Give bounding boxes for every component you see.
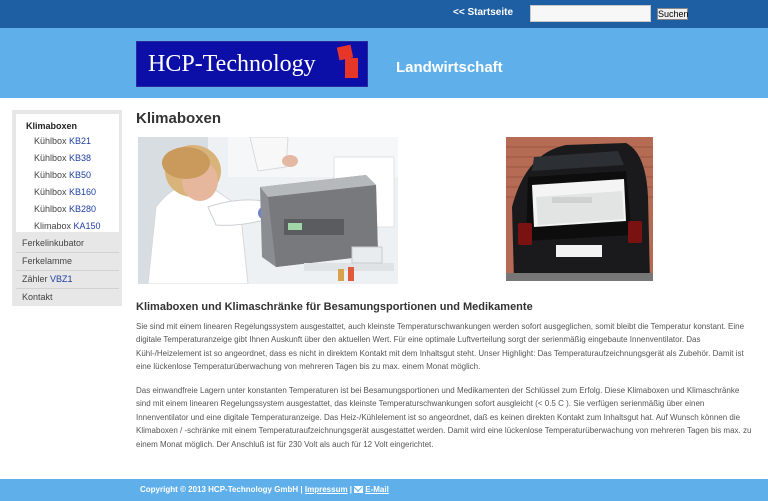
copyright-text: Copyright © 2013 HCP-Technology GmbH | xyxy=(140,485,305,494)
car-trunk-illustration xyxy=(506,137,653,281)
top-bar: << Startseite Suchen xyxy=(0,0,768,28)
lab-photo-illustration xyxy=(138,137,398,284)
nav-divider xyxy=(16,252,119,253)
sidebar-item-kontakt[interactable]: Kontakt xyxy=(22,292,53,302)
section-subtitle: Klimaboxen und Klimaschränke für Besamun… xyxy=(136,301,533,313)
footer-line: Copyright © 2013 HCP-Technology GmbH | I… xyxy=(140,485,389,494)
body-paragraph-1: Sie sind mit einem linearen Regelungssys… xyxy=(136,322,745,372)
search-button[interactable]: Suchen xyxy=(657,8,689,20)
sidebar-submenu: Klimaboxen Kühlbox KB21 Kühlbox KB38 Küh… xyxy=(16,114,119,232)
sidebar-nav: Klimaboxen Kühlbox KB21 Kühlbox KB38 Küh… xyxy=(12,110,122,306)
logo-text: HCP-Technology xyxy=(148,51,316,77)
sidebar-item-zaehler[interactable]: Zähler VBZ1 xyxy=(22,274,73,284)
sidebar-item-ferkelamme[interactable]: Ferkelamme xyxy=(22,256,72,266)
sidebar-subitem-kb50[interactable]: Kühlbox KB50 xyxy=(34,170,91,180)
sidebar-subitem-kb280[interactable]: Kühlbox KB280 xyxy=(34,204,96,214)
page-title: Klimaboxen xyxy=(136,110,222,127)
company-logo[interactable]: HCP-Technology xyxy=(136,41,368,87)
lab-photo xyxy=(138,137,398,284)
sidebar-subitem-kb21[interactable]: Kühlbox KB21 xyxy=(34,136,91,146)
sidebar-subitem-kb160[interactable]: Kühlbox KB160 xyxy=(34,187,96,197)
body-paragraph-2: Das einwandfreie Lagern unter konstanten… xyxy=(136,386,752,449)
email-link[interactable]: E-Mail xyxy=(365,485,389,494)
nav-divider xyxy=(16,270,119,271)
sidebar-subitem-kb38[interactable]: Kühlbox KB38 xyxy=(34,153,91,163)
sidebar-item-ferkelinkubator[interactable]: Ferkelinkubator xyxy=(22,238,84,248)
site-footer: Copyright © 2013 HCP-Technology GmbH | I… xyxy=(0,479,768,501)
car-trunk-photo xyxy=(506,137,653,281)
mail-icon xyxy=(354,486,364,493)
home-link[interactable]: << Startseite xyxy=(453,7,513,18)
search-input[interactable] xyxy=(530,5,651,22)
nav-divider xyxy=(16,288,119,289)
impressum-link[interactable]: Impressum xyxy=(305,485,348,494)
sidebar-item-klimaboxen[interactable]: Klimaboxen xyxy=(26,121,77,131)
site-tagline: Landwirtschaft xyxy=(396,59,503,76)
logo-mark-icon xyxy=(345,58,358,78)
site-header: HCP-Technology Landwirtschaft xyxy=(0,28,768,98)
sidebar-subitem-ka150[interactable]: Klimabox KA150 xyxy=(34,221,101,231)
